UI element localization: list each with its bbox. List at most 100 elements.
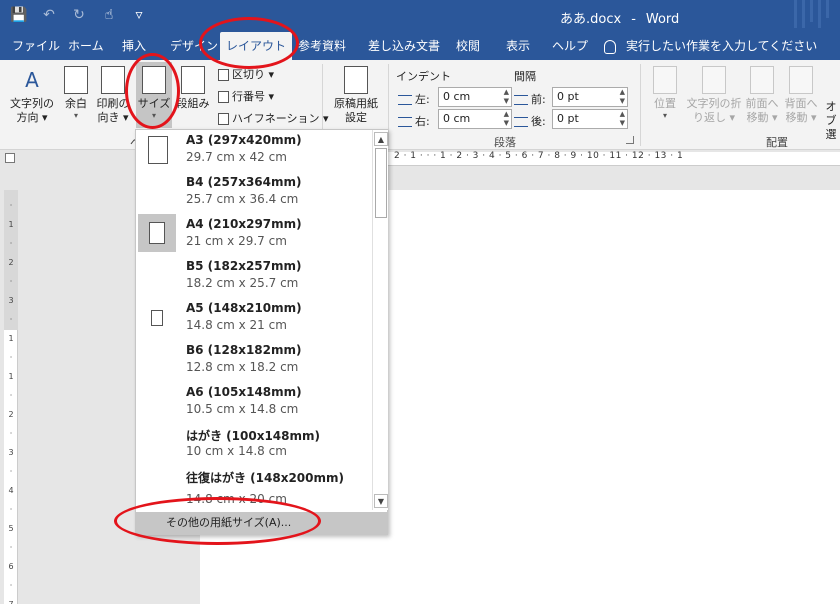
breaks-icon (218, 69, 229, 81)
spacing-after-input[interactable]: 0 pt ▲ ▼ (552, 109, 628, 129)
tab-help[interactable]: ヘルプ (546, 32, 594, 60)
paper-option-b4[interactable]: B4 (257x364mm) 25.7 cm x 36.4 cm (136, 172, 370, 214)
paper-option-name: A4 (210x297mm) (186, 217, 302, 231)
more-paper-sizes-button[interactable]: その他の用紙サイズ(A)... (136, 512, 387, 534)
bring-forward-button[interactable]: 前面へ 移動 ▾ (744, 66, 780, 125)
orientation-button[interactable]: 印刷の 向き ▾ (94, 66, 132, 125)
customize-qat-icon[interactable]: ▿ (130, 6, 148, 24)
paper-option-a5[interactable]: A5 (148x210mm) 14.8 cm x 21 cm (136, 298, 370, 340)
send-backward-button[interactable]: 背面へ 移動 ▾ (782, 66, 820, 125)
send-backward-label: 背面へ 移動 ▾ (784, 97, 818, 124)
indent-left-input[interactable]: 0 cm ▲ ▼ (438, 87, 512, 107)
paper-option-name: B5 (182x257mm) (186, 259, 302, 273)
paragraph-launcher-icon[interactable] (626, 136, 634, 144)
paper-option-b5[interactable]: B5 (182x257mm) 18.2 cm x 25.7 cm (136, 256, 370, 298)
indent-right-input[interactable]: 0 cm ▲ ▼ (438, 109, 512, 129)
selection-pane-button[interactable]: オブ 選 (822, 100, 840, 142)
title-bar: 💾 ↶ ↻ ☝ ▿ ああ.docx - Word (0, 0, 840, 32)
tab-insert[interactable]: 挿入 (116, 32, 152, 60)
indent-right-label: 右: (398, 113, 430, 129)
group-divider (388, 64, 389, 146)
scroll-down-icon[interactable]: ▼ (374, 494, 388, 508)
position-icon (653, 66, 677, 94)
spacing-before-input[interactable]: 0 pt ▲ ▼ (552, 87, 628, 107)
tab-review[interactable]: 校閲 (450, 32, 486, 60)
title-decoration (788, 0, 840, 32)
paper-option-return-postcard[interactable]: 往復はがき (148x200mm) 14.8 cm x 20 cm (136, 466, 370, 510)
tell-me-box[interactable]: 実行したい作業を入力してください (604, 32, 817, 60)
spacing-after-icon (514, 117, 528, 127)
paper-option-a4[interactable]: A4 (210x297mm) 21 cm x 29.7 cm (136, 214, 370, 256)
paper-option-name: はがき (100x148mm) (186, 429, 320, 443)
size-button[interactable]: サイズ ▾ (136, 62, 172, 128)
touch-mode-icon[interactable]: ☝ (100, 6, 118, 24)
wrap-text-button[interactable]: 文字列の折 り返し ▾ (686, 66, 742, 125)
tab-stop-icon (5, 153, 15, 163)
paper-icon (151, 310, 163, 326)
columns-label: 段組み (176, 97, 210, 110)
dropdown-scrollbar[interactable]: ▲ ▼ (372, 130, 388, 510)
text-direction-label: 文字列の 方向 ▾ (10, 97, 54, 124)
app-name: Word (645, 12, 680, 27)
paper-icon (149, 222, 165, 244)
scroll-up-icon[interactable]: ▲ (374, 132, 388, 146)
paper-option-dims: 10.5 cm x 14.8 cm (186, 402, 299, 416)
vertical-ruler-ticks: ·1·2·3·1·1·2·3·4·5·6·7· (8, 201, 14, 604)
paper-icon (148, 136, 168, 164)
line-numbers-button[interactable]: 行番号 ▾ (218, 88, 274, 104)
paper-option-dims: 25.7 cm x 36.4 cm (186, 192, 299, 206)
breaks-button[interactable]: 区切り ▾ (218, 66, 274, 82)
paper-option-a3[interactable]: A3 (297x420mm) 29.7 cm x 42 cm (136, 130, 370, 172)
indent-label: インデント (396, 70, 451, 83)
indent-left-icon (398, 95, 412, 105)
paper-option-b6[interactable]: B6 (128x182mm) 12.8 cm x 18.2 cm (136, 340, 370, 382)
line-numbers-icon (218, 91, 229, 103)
position-label: 位置 (654, 97, 676, 110)
redo-icon[interactable]: ↻ (70, 6, 88, 24)
paper-size-dropdown: A3 (297x420mm) 29.7 cm x 42 cm B4 (257x3… (135, 129, 388, 535)
scroll-thumb[interactable] (375, 148, 387, 218)
columns-icon (181, 66, 205, 94)
bring-forward-label: 前面へ 移動 ▾ (745, 97, 779, 124)
ribbon-layout: A 文字列の 方向 ▾ 余白 ▾ 印刷の 向き ▾ サイズ ▾ 段組み 区切り … (0, 60, 840, 150)
paragraph-group-label: 段落 (494, 136, 516, 149)
text-direction-button[interactable]: A 文字列の 方向 ▾ (4, 66, 60, 125)
breaks-label: 区切り ▾ (232, 68, 275, 81)
tell-me-text: 実行したい作業を入力してください (626, 39, 818, 53)
arrange-group-label: 配置 (766, 136, 788, 149)
spacing-before-icon (514, 95, 528, 105)
tab-selector[interactable] (0, 150, 24, 168)
paper-thumb (138, 298, 176, 336)
paper-option-postcard[interactable]: はがき (100x148mm) 10 cm x 14.8 cm (136, 424, 370, 466)
undo-icon[interactable]: ↶ (40, 6, 58, 24)
paper-option-dims: 21 cm x 29.7 cm (186, 234, 287, 248)
manuscript-button[interactable]: 原稿用紙 設定 (328, 66, 384, 125)
paper-option-dims: 18.2 cm x 25.7 cm (186, 276, 299, 290)
save-icon[interactable]: 💾 (10, 6, 28, 24)
manuscript-label: 原稿用紙 設定 (334, 97, 378, 124)
tab-file[interactable]: ファイル (6, 32, 66, 60)
group-divider (640, 64, 641, 146)
document-title: ああ.docx - Word (560, 8, 679, 27)
columns-button[interactable]: 段組み (174, 66, 212, 111)
orientation-icon (101, 66, 125, 94)
tab-design[interactable]: デザイン (164, 32, 224, 60)
paper-option-name: A5 (148x210mm) (186, 301, 302, 315)
page-size-icon (142, 66, 166, 94)
paper-thumb-selected (138, 214, 176, 252)
paper-option-dims: 29.7 cm x 42 cm (186, 150, 287, 164)
title-separator: - (631, 12, 636, 27)
tab-mailings[interactable]: 差し込み文書 (362, 32, 446, 60)
paper-option-a6[interactable]: A6 (105x148mm) 10.5 cm x 14.8 cm (136, 382, 370, 424)
paper-option-dims: 14.8 cm x 21 cm (186, 318, 287, 332)
manuscript-icon (344, 66, 368, 94)
margins-button[interactable]: 余白 ▾ (60, 66, 92, 121)
hyphenation-button[interactable]: ハイフネーション ▾ (218, 110, 329, 126)
tab-layout[interactable]: レイアウト (220, 32, 293, 60)
tab-view[interactable]: 表示 (500, 32, 536, 60)
tab-home[interactable]: ホーム (62, 32, 110, 60)
paper-option-name: A6 (105x148mm) (186, 385, 302, 399)
tab-references[interactable]: 参考資料 (292, 32, 352, 60)
position-button[interactable]: 位置 ▾ (646, 66, 684, 121)
hyphenation-label: ハイフネーション ▾ (232, 112, 329, 125)
